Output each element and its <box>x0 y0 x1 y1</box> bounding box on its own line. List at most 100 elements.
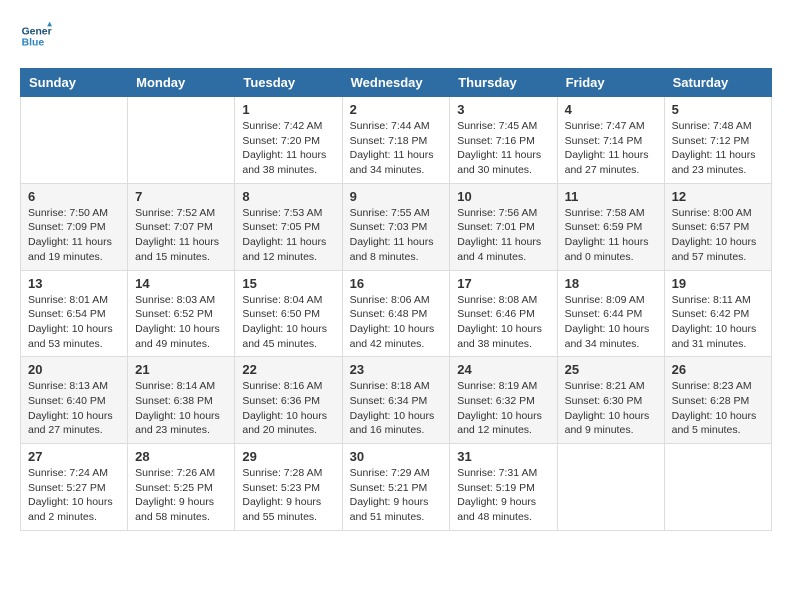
day-number: 23 <box>350 362 443 377</box>
week-row-3: 20 Sunrise: 8:13 AM Sunset: 6:40 PM Dayli… <box>21 357 772 444</box>
calendar-cell: 19 Sunrise: 8:11 AM Sunset: 6:42 PM Dayli… <box>664 270 771 357</box>
day-number: 10 <box>457 189 549 204</box>
day-number: 14 <box>135 276 227 291</box>
day-info: Sunrise: 8:16 AM Sunset: 6:36 PM Dayligh… <box>242 379 334 438</box>
calendar-cell: 12 Sunrise: 8:00 AM Sunset: 6:57 PM Dayli… <box>664 183 771 270</box>
day-info: Sunrise: 7:55 AM Sunset: 7:03 PM Dayligh… <box>350 206 443 265</box>
day-info: Sunrise: 8:04 AM Sunset: 6:50 PM Dayligh… <box>242 293 334 352</box>
day-info: Sunrise: 8:14 AM Sunset: 6:38 PM Dayligh… <box>135 379 227 438</box>
calendar-cell: 16 Sunrise: 8:06 AM Sunset: 6:48 PM Dayli… <box>342 270 450 357</box>
day-number: 25 <box>565 362 657 377</box>
day-number: 4 <box>565 102 657 117</box>
day-info: Sunrise: 8:13 AM Sunset: 6:40 PM Dayligh… <box>28 379 120 438</box>
day-info: Sunrise: 8:21 AM Sunset: 6:30 PM Dayligh… <box>565 379 657 438</box>
day-number: 9 <box>350 189 443 204</box>
calendar-cell: 29Sunrise: 7:28 AM Sunset: 5:23 PM Dayli… <box>235 444 342 531</box>
day-info: Sunrise: 7:56 AM Sunset: 7:01 PM Dayligh… <box>457 206 549 265</box>
day-number: 8 <box>242 189 334 204</box>
day-info: Sunrise: 8:06 AM Sunset: 6:48 PM Dayligh… <box>350 293 443 352</box>
day-info: Sunrise: 7:42 AM Sunset: 7:20 PM Dayligh… <box>242 119 334 178</box>
calendar-cell: 7 Sunrise: 7:52 AM Sunset: 7:07 PM Daylig… <box>128 183 235 270</box>
calendar-cell: 17 Sunrise: 8:08 AM Sunset: 6:46 PM Dayli… <box>450 270 557 357</box>
day-number: 27 <box>28 449 120 464</box>
weekday-header-saturday: Saturday <box>664 69 771 97</box>
week-row-4: 27 Sunrise: 7:24 AM Sunset: 5:27 PM Dayli… <box>21 444 772 531</box>
day-number: 31 <box>457 449 549 464</box>
calendar-cell: 18Sunrise: 8:09 AM Sunset: 6:44 PM Dayli… <box>557 270 664 357</box>
calendar-cell: 21 Sunrise: 8:14 AM Sunset: 6:38 PM Dayli… <box>128 357 235 444</box>
day-info: Sunrise: 7:31 AM Sunset: 5:19 PM Dayligh… <box>457 466 549 525</box>
calendar-cell <box>128 97 235 184</box>
calendar-cell: 4 Sunrise: 7:47 AM Sunset: 7:14 PM Daylig… <box>557 97 664 184</box>
day-number: 30 <box>350 449 443 464</box>
day-number: 28 <box>135 449 227 464</box>
day-number: 26 <box>672 362 764 377</box>
day-number: 7 <box>135 189 227 204</box>
calendar-cell: 23 Sunrise: 8:18 AM Sunset: 6:34 PM Dayli… <box>342 357 450 444</box>
week-row-2: 13 Sunrise: 8:01 AM Sunset: 6:54 PM Dayli… <box>21 270 772 357</box>
calendar-cell: 27 Sunrise: 7:24 AM Sunset: 5:27 PM Dayli… <box>21 444 128 531</box>
day-info: Sunrise: 8:23 AM Sunset: 6:28 PM Dayligh… <box>672 379 764 438</box>
day-info: Sunrise: 8:08 AM Sunset: 6:46 PM Dayligh… <box>457 293 549 352</box>
calendar-cell: 8 Sunrise: 7:53 AM Sunset: 7:05 PM Daylig… <box>235 183 342 270</box>
calendar-cell: 6Sunrise: 7:50 AM Sunset: 7:09 PM Daylig… <box>21 183 128 270</box>
day-number: 20 <box>28 362 120 377</box>
day-info: Sunrise: 8:11 AM Sunset: 6:42 PM Dayligh… <box>672 293 764 352</box>
day-info: Sunrise: 7:58 AM Sunset: 6:59 PM Dayligh… <box>565 206 657 265</box>
day-info: Sunrise: 8:03 AM Sunset: 6:52 PM Dayligh… <box>135 293 227 352</box>
logo: General Blue <box>20 20 52 52</box>
day-info: Sunrise: 8:01 AM Sunset: 6:54 PM Dayligh… <box>28 293 120 352</box>
day-number: 17 <box>457 276 549 291</box>
day-number: 12 <box>672 189 764 204</box>
weekday-header-tuesday: Tuesday <box>235 69 342 97</box>
day-number: 21 <box>135 362 227 377</box>
calendar-cell: 25 Sunrise: 8:21 AM Sunset: 6:30 PM Dayli… <box>557 357 664 444</box>
day-info: Sunrise: 7:45 AM Sunset: 7:16 PM Dayligh… <box>457 119 549 178</box>
day-info: Sunrise: 7:48 AM Sunset: 7:12 PM Dayligh… <box>672 119 764 178</box>
day-info: Sunrise: 8:18 AM Sunset: 6:34 PM Dayligh… <box>350 379 443 438</box>
calendar-cell: 15Sunrise: 8:04 AM Sunset: 6:50 PM Dayli… <box>235 270 342 357</box>
calendar-cell: 30 Sunrise: 7:29 AM Sunset: 5:21 PM Dayli… <box>342 444 450 531</box>
calendar-cell: 26 Sunrise: 8:23 AM Sunset: 6:28 PM Dayli… <box>664 357 771 444</box>
calendar-cell: 20 Sunrise: 8:13 AM Sunset: 6:40 PM Dayli… <box>21 357 128 444</box>
svg-text:Blue: Blue <box>22 38 45 49</box>
calendar-cell: 14 Sunrise: 8:03 AM Sunset: 6:52 PM Dayli… <box>128 270 235 357</box>
calendar-cell: 22 Sunrise: 8:16 AM Sunset: 6:36 PM Dayli… <box>235 357 342 444</box>
calendar-cell: 2 Sunrise: 7:44 AM Sunset: 7:18 PM Daylig… <box>342 97 450 184</box>
calendar-cell: 9 Sunrise: 7:55 AM Sunset: 7:03 PM Daylig… <box>342 183 450 270</box>
day-info: Sunrise: 7:44 AM Sunset: 7:18 PM Dayligh… <box>350 119 443 178</box>
day-number: 13 <box>28 276 120 291</box>
svg-text:General: General <box>22 26 52 37</box>
calendar-table: SundayMondayTuesdayWednesdayThursdayFrid… <box>20 68 772 531</box>
day-number: 3 <box>457 102 549 117</box>
day-info: Sunrise: 7:52 AM Sunset: 7:07 PM Dayligh… <box>135 206 227 265</box>
day-number: 16 <box>350 276 443 291</box>
weekday-header-wednesday: Wednesday <box>342 69 450 97</box>
week-row-0: 1Sunrise: 7:42 AM Sunset: 7:20 PM Daylig… <box>21 97 772 184</box>
day-number: 22 <box>242 362 334 377</box>
day-number: 19 <box>672 276 764 291</box>
calendar-cell <box>557 444 664 531</box>
day-number: 11 <box>565 189 657 204</box>
calendar-cell: 11 Sunrise: 7:58 AM Sunset: 6:59 PM Dayli… <box>557 183 664 270</box>
day-info: Sunrise: 7:47 AM Sunset: 7:14 PM Dayligh… <box>565 119 657 178</box>
day-info: Sunrise: 7:24 AM Sunset: 5:27 PM Dayligh… <box>28 466 120 525</box>
calendar-cell: 1Sunrise: 7:42 AM Sunset: 7:20 PM Daylig… <box>235 97 342 184</box>
day-number: 2 <box>350 102 443 117</box>
calendar-cell: 13 Sunrise: 8:01 AM Sunset: 6:54 PM Dayli… <box>21 270 128 357</box>
calendar-cell <box>664 444 771 531</box>
calendar-cell: 28Sunrise: 7:26 AM Sunset: 5:25 PM Dayli… <box>128 444 235 531</box>
page-header: General Blue <box>20 20 772 52</box>
day-number: 6 <box>28 189 120 204</box>
day-number: 5 <box>672 102 764 117</box>
day-info: Sunrise: 7:29 AM Sunset: 5:21 PM Dayligh… <box>350 466 443 525</box>
day-info: Sunrise: 7:53 AM Sunset: 7:05 PM Dayligh… <box>242 206 334 265</box>
day-info: Sunrise: 8:00 AM Sunset: 6:57 PM Dayligh… <box>672 206 764 265</box>
day-number: 18 <box>565 276 657 291</box>
week-row-1: 6Sunrise: 7:50 AM Sunset: 7:09 PM Daylig… <box>21 183 772 270</box>
day-number: 29 <box>242 449 334 464</box>
day-number: 24 <box>457 362 549 377</box>
weekday-header-monday: Monday <box>128 69 235 97</box>
weekday-header-sunday: Sunday <box>21 69 128 97</box>
calendar-cell: 5 Sunrise: 7:48 AM Sunset: 7:12 PM Daylig… <box>664 97 771 184</box>
